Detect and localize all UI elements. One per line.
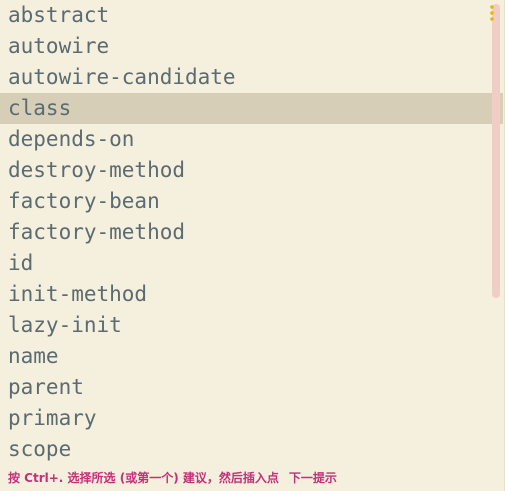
- suggestion-item-name[interactable]: name: [0, 341, 503, 372]
- suggestion-item-lazy-init[interactable]: lazy-init: [0, 310, 503, 341]
- status-hint-bar: 按 Ctrl+. 选择所选 (或第一个) 建议，然后插入点 下一提示: [0, 465, 503, 491]
- vertical-ellipsis-icon[interactable]: [488, 4, 496, 22]
- suggestion-popup: abstract autowire autowire-candidate cla…: [0, 0, 505, 491]
- scrollbar-thumb[interactable]: [492, 4, 500, 298]
- suggestion-list: abstract autowire autowire-candidate cla…: [0, 0, 503, 465]
- suggestion-item-init-method[interactable]: init-method: [0, 279, 503, 310]
- suggestion-item-id[interactable]: id: [0, 248, 503, 279]
- suggestion-item-factory-bean[interactable]: factory-bean: [0, 186, 503, 217]
- next-tip-link[interactable]: 下一提示: [289, 471, 337, 485]
- suggestion-item-scope[interactable]: scope: [0, 434, 503, 465]
- suggestion-item-abstract[interactable]: abstract: [0, 0, 503, 31]
- scrollbar[interactable]: [492, 0, 500, 300]
- suggestion-item-factory-method[interactable]: factory-method: [0, 217, 503, 248]
- suggestion-item-parent[interactable]: parent: [0, 372, 503, 403]
- suggestion-item-primary[interactable]: primary: [0, 403, 503, 434]
- suggestion-item-destroy-method[interactable]: destroy-method: [0, 155, 503, 186]
- suggestion-item-depends-on[interactable]: depends-on: [0, 124, 503, 155]
- suggestion-item-class[interactable]: class: [0, 93, 503, 124]
- suggestion-item-autowire-candidate[interactable]: autowire-candidate: [0, 62, 503, 93]
- suggestion-item-autowire[interactable]: autowire: [0, 31, 503, 62]
- insert-hint-text: 按 Ctrl+. 选择所选 (或第一个) 建议，然后插入点: [8, 471, 279, 485]
